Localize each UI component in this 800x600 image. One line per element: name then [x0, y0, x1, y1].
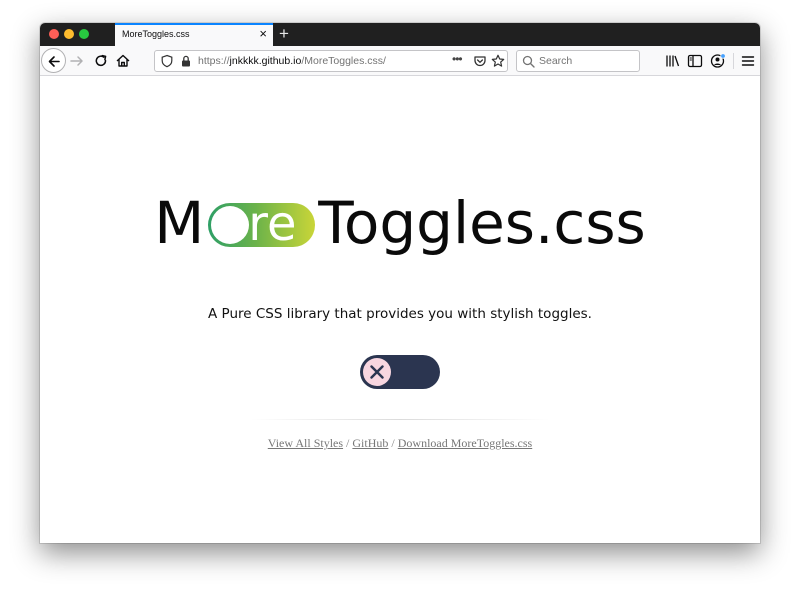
title-start: M [154, 189, 205, 257]
view-all-styles-link[interactable]: View All Styles [268, 436, 343, 450]
tab-moretoggles[interactable]: MoreToggles.css × [115, 23, 273, 46]
url-bar[interactable]: https://jnkkkk.github.io/MoreToggles.css… [154, 50, 508, 72]
arrow-right-icon [70, 56, 83, 66]
back-button[interactable] [41, 48, 66, 73]
forward-button[interactable] [67, 51, 87, 71]
title-toggle-knob [211, 206, 250, 244]
title-pill-text: re [248, 196, 297, 252]
url-scheme: https:// [198, 55, 230, 67]
window-minimize-button[interactable] [64, 29, 74, 39]
search-icon [522, 55, 535, 68]
tracking-shield-icon[interactable] [160, 54, 174, 68]
sidebar-icon[interactable] [687, 53, 703, 69]
new-tab-button[interactable]: + [279, 24, 289, 44]
footer-links: View All Styles / GitHub / Download More… [40, 436, 760, 451]
title-end: Toggles.css [318, 189, 646, 257]
arrow-left-icon [48, 56, 60, 67]
github-link[interactable]: GitHub [352, 436, 388, 450]
window-maximize-button[interactable] [79, 29, 89, 39]
title-toggle-pill: re [208, 196, 316, 252]
page-actions-icon[interactable]: ••• [452, 52, 463, 66]
pocket-icon[interactable] [473, 54, 487, 68]
search-input[interactable]: Search [539, 55, 572, 67]
demo-toggle-switch[interactable] [360, 355, 440, 389]
tagline: A Pure CSS library that provides you wit… [208, 306, 592, 322]
tab-close-icon[interactable]: × [259, 27, 267, 41]
home-button[interactable] [113, 51, 133, 71]
demo-toggle-knob[interactable] [363, 358, 391, 386]
page-content: Mre Toggles.css A Pure CSS library that p… [40, 77, 760, 543]
url-path: /MoreToggles.css/ [301, 55, 386, 67]
page-title: Mre Toggles.css [40, 183, 760, 263]
horizontal-divider [250, 419, 550, 420]
link-separator: / [391, 436, 395, 450]
browser-window: MoreToggles.css × + https://jnkkkk.githu… [40, 23, 760, 543]
toolbar-divider [733, 53, 734, 69]
search-bar[interactable]: Search [516, 50, 640, 72]
window-close-button[interactable] [49, 29, 59, 39]
tab-strip: MoreToggles.css × + [40, 23, 760, 46]
link-separator: / [346, 436, 350, 450]
url-host: jnkkkk.github.io [229, 55, 302, 67]
navigation-toolbar: https://jnkkkk.github.io/MoreToggles.css… [40, 46, 760, 76]
close-icon [370, 365, 384, 379]
account-icon[interactable] [710, 53, 726, 69]
reload-icon [95, 54, 107, 67]
download-link[interactable]: Download MoreToggles.css [398, 436, 532, 450]
hamburger-menu-icon[interactable] [740, 53, 756, 69]
home-icon [116, 54, 130, 67]
reload-button[interactable] [91, 51, 111, 71]
tab-title: MoreToggles.css [122, 29, 190, 39]
lock-icon[interactable] [179, 54, 193, 68]
url-text[interactable]: https://jnkkkk.github.io/MoreToggles.css… [198, 55, 386, 67]
library-icon[interactable] [665, 53, 681, 69]
bookmark-star-icon[interactable] [491, 54, 505, 68]
